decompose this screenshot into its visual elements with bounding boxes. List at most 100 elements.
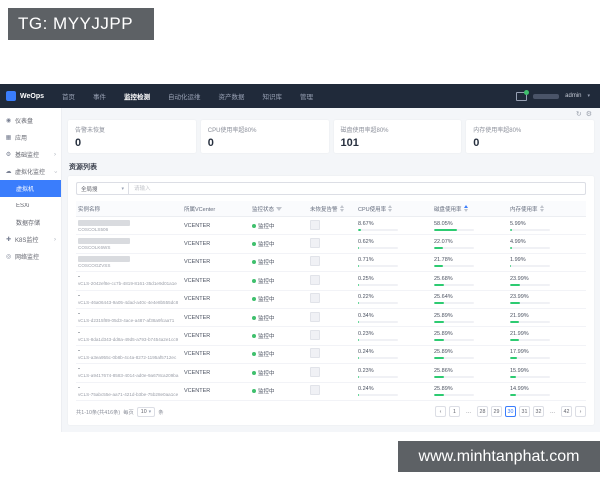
page-ellipsis: … bbox=[547, 406, 558, 417]
alert-count-badge bbox=[310, 330, 320, 340]
top-nav-item[interactable]: 资产数据 bbox=[219, 91, 245, 101]
instance-id: COSCOLS506 bbox=[78, 227, 182, 232]
status-dot-icon bbox=[252, 260, 256, 264]
table-row[interactable]: COSCOLS506VCENTER监控中8.67%58.05%5.99% bbox=[76, 217, 586, 235]
sidebar-item[interactable]: 数据存储 bbox=[0, 214, 61, 231]
table-row[interactable]: -vCLS-2042ef8e-cc7b-4819-8161-35d1e9d01a… bbox=[76, 272, 586, 290]
top-nav-item[interactable]: 自动化运维 bbox=[168, 91, 201, 101]
table-row[interactable]: COSCOGZVSSVCENTER监控中0.71%21.78%1.99% bbox=[76, 254, 586, 272]
column-header-label: CPU使用率 bbox=[358, 205, 386, 213]
cpu-usage-cell: 0.24% bbox=[358, 386, 434, 396]
top-nav-item[interactable]: 监控检测 bbox=[124, 91, 150, 101]
sort-down-arrow bbox=[540, 209, 544, 212]
column-header[interactable]: CPU使用率 bbox=[358, 205, 434, 213]
usage-bar-fill bbox=[510, 321, 519, 323]
top-nav-item[interactable]: 事件 bbox=[93, 91, 106, 101]
filter-icon[interactable] bbox=[276, 207, 282, 211]
instance-name: - bbox=[78, 275, 184, 280]
column-header[interactable]: 监控状态 bbox=[252, 205, 310, 213]
per-page-select[interactable]: 10 ▾ bbox=[137, 407, 155, 417]
sort-icon[interactable] bbox=[340, 205, 344, 212]
page-button[interactable]: 28 bbox=[477, 406, 488, 417]
page-button[interactable]: 29 bbox=[491, 406, 502, 417]
column-header[interactable]: 实例名称 bbox=[76, 205, 184, 213]
status-dot-icon bbox=[252, 242, 256, 246]
brand[interactable]: WeOps bbox=[0, 91, 62, 101]
column-header[interactable]: 未恢复告警 bbox=[310, 205, 358, 213]
top-nav-item[interactable]: 首页 bbox=[62, 91, 75, 101]
refresh-icon[interactable]: ↻ bbox=[576, 110, 582, 118]
page-button[interactable]: 32 bbox=[533, 406, 544, 417]
instance-name: - bbox=[78, 294, 184, 299]
brand-name: WeOps bbox=[20, 93, 44, 100]
usage-bar-track bbox=[434, 357, 474, 359]
sidebar-item[interactable]: ◎网络监控 bbox=[0, 248, 61, 265]
alert-count-badge bbox=[310, 220, 320, 230]
usage-bar-fill bbox=[510, 229, 512, 231]
sidebar-item-label: 虚拟机 bbox=[16, 184, 56, 193]
sidebar-item[interactable]: ⚙基础监控› bbox=[0, 146, 61, 163]
stat-card: 告警未恢复0 bbox=[68, 120, 196, 153]
disk-usage-cell: 25.68% bbox=[434, 276, 510, 286]
usage-percent: 23.99% bbox=[510, 276, 586, 282]
page-button[interactable]: 31 bbox=[519, 406, 530, 417]
vcenter-cell: VCENTER bbox=[184, 370, 252, 376]
table-row[interactable]: -vCLS-a3ea955c-0b8b-4c4a-8272-1195af5712… bbox=[76, 346, 586, 364]
table-row[interactable]: COSCOLK6WSVCENTER监控中0.62%22.07%4.99% bbox=[76, 235, 586, 253]
sidebar-item[interactable]: ☁虚拟化监控› bbox=[0, 163, 61, 180]
sort-down-arrow bbox=[464, 209, 468, 212]
user-menu[interactable]: admin bbox=[565, 93, 581, 99]
column-header-label: 未恢复告警 bbox=[310, 205, 338, 213]
stat-card: CPU使用率超80%0 bbox=[201, 120, 329, 153]
table-row[interactable]: -vCLS-a9417674-8583-4014-ad0e-9a678ca209… bbox=[76, 364, 586, 382]
search-scope-select[interactable]: 全局搜 ▾ bbox=[76, 182, 128, 195]
alert-cell bbox=[310, 348, 358, 360]
sidebar-item[interactable]: ◉仪表盘 bbox=[0, 112, 61, 129]
sidebar-item[interactable]: ▦应用 bbox=[0, 129, 61, 146]
sort-icon[interactable] bbox=[388, 205, 392, 212]
prev-page-button[interactable]: ‹ bbox=[435, 406, 446, 417]
settings-icon[interactable]: ⚙ bbox=[586, 110, 592, 118]
column-header[interactable]: 内存使用率 bbox=[510, 205, 586, 213]
instance-name-cell: COSCOGZVSS bbox=[76, 256, 184, 268]
search-input[interactable] bbox=[128, 182, 586, 195]
status-label: 监控中 bbox=[258, 279, 275, 285]
table-row[interactable]: -vCLS-8da1d343-dd8a-49d5-a793-b7454a2e1c… bbox=[76, 327, 586, 345]
console-status-icon[interactable] bbox=[516, 92, 527, 101]
usage-bar-fill bbox=[510, 394, 516, 396]
memory-usage-cell: 21.99% bbox=[510, 331, 586, 341]
table-row[interactable]: -vCLS-d2315f89-05d3-4ace-a487-af38a9fcaa… bbox=[76, 309, 586, 327]
page-button[interactable]: 42 bbox=[561, 406, 572, 417]
sidebar-item[interactable]: ✚K8S监控› bbox=[0, 231, 61, 248]
usage-bar-fill bbox=[510, 339, 519, 341]
next-page-button[interactable]: › bbox=[575, 406, 586, 417]
table-row[interactable]: -vCLS-46a06443-9a05-4dad-a40c-4e4e8b555d… bbox=[76, 291, 586, 309]
instance-name-cell: -vCLS-75abc55e-aa71-421d-b3be-75b28e0aa1… bbox=[76, 386, 184, 397]
sort-icon[interactable] bbox=[540, 205, 544, 212]
instance-name-cell: -vCLS-46a06443-9a05-4dad-a40c-4e4e8b555d… bbox=[76, 294, 184, 305]
usage-bar-track bbox=[510, 229, 550, 231]
column-header-label: 磁盘使用率 bbox=[434, 205, 462, 213]
sort-icon[interactable] bbox=[464, 205, 468, 212]
column-header[interactable]: 所属VCenter bbox=[184, 205, 252, 213]
chevron-down-icon: ▾ bbox=[149, 409, 152, 415]
alert-cell bbox=[310, 238, 358, 250]
column-header-label: 内存使用率 bbox=[510, 205, 538, 213]
page-button[interactable]: 1 bbox=[449, 406, 460, 417]
page-button[interactable]: 30 bbox=[505, 406, 516, 417]
table-row[interactable]: -vCLS-75abc55e-aa71-421d-b3be-75b28e0aa1… bbox=[76, 383, 586, 401]
sidebar-item[interactable]: 虚拟机 bbox=[0, 180, 61, 197]
status-label: 监控中 bbox=[258, 297, 275, 303]
top-nav-item[interactable]: 知识库 bbox=[263, 91, 283, 101]
top-nav-item[interactable]: 管理 bbox=[300, 91, 313, 101]
column-header[interactable]: 磁盘使用率 bbox=[434, 205, 510, 213]
stat-card-value: 101 bbox=[341, 137, 455, 149]
usage-bar-track bbox=[358, 321, 398, 323]
instance-name-cell: -vCLS-d2315f89-05d3-4ace-a487-af38a9fcaa… bbox=[76, 312, 184, 323]
stat-card-value: 0 bbox=[75, 137, 189, 149]
usage-percent: 5.99% bbox=[510, 221, 586, 227]
status-label: 监控中 bbox=[258, 260, 275, 266]
disk-usage-cell: 21.78% bbox=[434, 257, 510, 267]
instance-id: vCLS-2042ef8e-cc7b-4819-8161-35d1e9d01a1… bbox=[78, 281, 182, 286]
sidebar-item[interactable]: ESXi bbox=[0, 197, 61, 214]
